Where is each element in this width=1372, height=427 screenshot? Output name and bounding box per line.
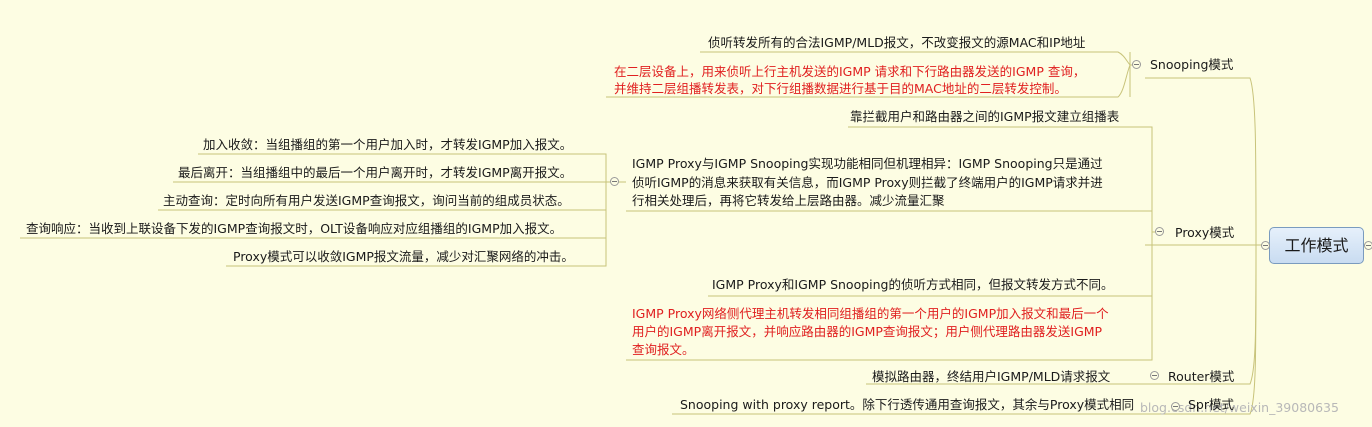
proxy-sub-query-response[interactable]: 查询响应：当收到上联设备下发的IGMP查询报文时，OLT设备响应对应组播组的IG… <box>26 220 562 237</box>
root-node-work-mode[interactable]: 工作模式 <box>1269 227 1364 264</box>
snooping-item-2-line-1[interactable]: 在二层设备上，用来侦听上行主机发送的IGMP 请求和下行路由器发送的IGMP 查… <box>614 63 1085 80</box>
proxy-item-4-line-1[interactable]: IGMP Proxy网络侧代理主机转发相同组播组的第一个用户的IGMP加入报文和… <box>632 305 1109 322</box>
proxy-sub-active-query[interactable]: 主动查询：定时向所有用户发送IGMP查询报文，询问当前的组成员状态。 <box>163 192 570 209</box>
collapse-toggle-proxy-detail[interactable] <box>610 177 619 186</box>
spr-item-1[interactable]: Snooping with proxy report。除下行透传通用查询报文，其… <box>680 396 1134 413</box>
proxy-sub-converge-traffic[interactable]: Proxy模式可以收敛IGMP报文流量，减少对汇聚网络的冲击。 <box>233 248 574 265</box>
branch-spr-mode[interactable]: Spr模式 <box>1188 396 1234 413</box>
proxy-sub-join-converge[interactable]: 加入收敛：当组播组的第一个用户加入时，才转发IGMP加入报文。 <box>203 136 572 153</box>
proxy-sub-last-leave[interactable]: 最后离开：当组播组中的最后一个用户离开时，才转发IGMP离开报文。 <box>178 164 572 181</box>
proxy-item-1[interactable]: 靠拦截用户和路由器之间的IGMP报文建立组播表 <box>850 108 1119 125</box>
proxy-item-4-line-2[interactable]: 用户的IGMP离开报文，并响应路由器的IGMP查询报文；用户侧代理路由器发送IG… <box>632 323 1102 340</box>
collapse-toggle-spr[interactable] <box>1171 402 1180 411</box>
collapse-toggle-snooping[interactable] <box>1132 60 1141 69</box>
proxy-item-2-line-2[interactable]: 侦听IGMP的消息来获取有关信息，而IGMP Proxy则拦截了终端用户的IGM… <box>632 174 1103 191</box>
router-item-1[interactable]: 模拟路由器，终结用户IGMP/MLD请求报文 <box>872 368 1110 385</box>
collapse-toggle-root-right[interactable] <box>1364 241 1372 250</box>
collapse-toggle-root[interactable] <box>1261 241 1270 250</box>
snooping-item-1[interactable]: 侦听转发所有的合法IGMP/MLD报文，不改变报文的源MAC和IP地址 <box>708 34 1085 51</box>
watermark: blog.csdn.net/weixin_39080635 <box>1140 400 1339 415</box>
proxy-item-2-line-1[interactable]: IGMP Proxy与IGMP Snooping实现功能相同但机理相异：IGMP… <box>632 155 1103 172</box>
proxy-item-4-line-3[interactable]: 查询报文。 <box>632 341 695 358</box>
proxy-item-2-line-3[interactable]: 行相关处理后，再将它转发给上层路由器。减少流量汇聚 <box>632 192 945 209</box>
collapse-toggle-proxy[interactable] <box>1155 227 1164 236</box>
collapse-toggle-router[interactable] <box>1150 371 1159 380</box>
branch-snooping-mode[interactable]: Snooping模式 <box>1150 56 1233 73</box>
snooping-item-2-line-2[interactable]: 并维持二层组播转发表，对下行组播数据进行基于目的MAC地址的二层转发控制。 <box>614 80 1067 97</box>
branch-proxy-mode[interactable]: Proxy模式 <box>1175 224 1234 241</box>
branch-router-mode[interactable]: Router模式 <box>1168 368 1234 385</box>
proxy-item-3[interactable]: IGMP Proxy和IGMP Snooping的侦听方式相同，但报文转发方式不… <box>712 276 1114 293</box>
